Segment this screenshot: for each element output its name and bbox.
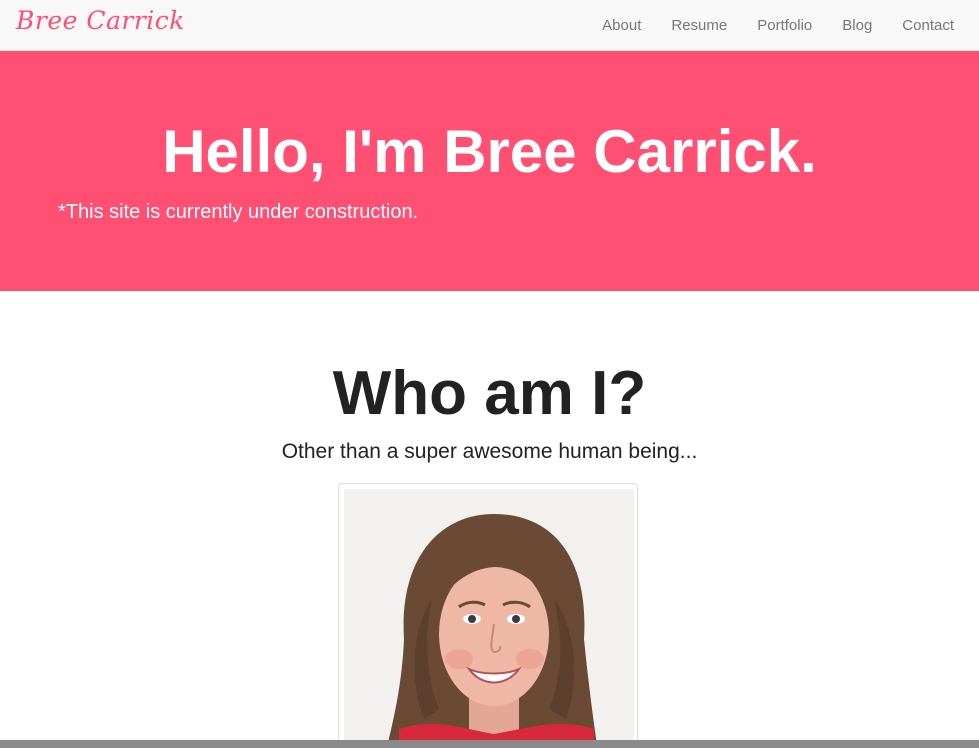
hero-title: Hello, I'm Bree Carrick. (162, 118, 817, 185)
construction-notice: *This site is currently under constructi… (58, 201, 419, 223)
about-subtitle: Other than a super awesome human being..… (281, 440, 698, 463)
nav-link-about[interactable]: About (587, 0, 656, 51)
nav-links: About Resume Portfolio Blog Contact (587, 0, 969, 51)
page: Bree Carrick About Resume Portfolio Blog… (0, 0, 979, 748)
profile-photo-frame (338, 483, 638, 748)
bottom-background-strip (0, 740, 979, 748)
about-heading: Who am I? (332, 359, 647, 428)
nav-link-portfolio[interactable]: Portfolio (742, 0, 827, 51)
nav-link-contact[interactable]: Contact (887, 0, 969, 51)
hero-banner: Hello, I'm Bree Carrick. *This site is c… (0, 51, 979, 291)
nav-link-resume[interactable]: Resume (656, 0, 742, 51)
navbar: Bree Carrick About Resume Portfolio Blog… (0, 0, 979, 51)
nav-link-blog[interactable]: Blog (827, 0, 887, 51)
portrait-illustration (344, 489, 634, 748)
profile-photo (344, 489, 634, 748)
brand-logo-link[interactable]: Bree Carrick (16, 6, 185, 35)
